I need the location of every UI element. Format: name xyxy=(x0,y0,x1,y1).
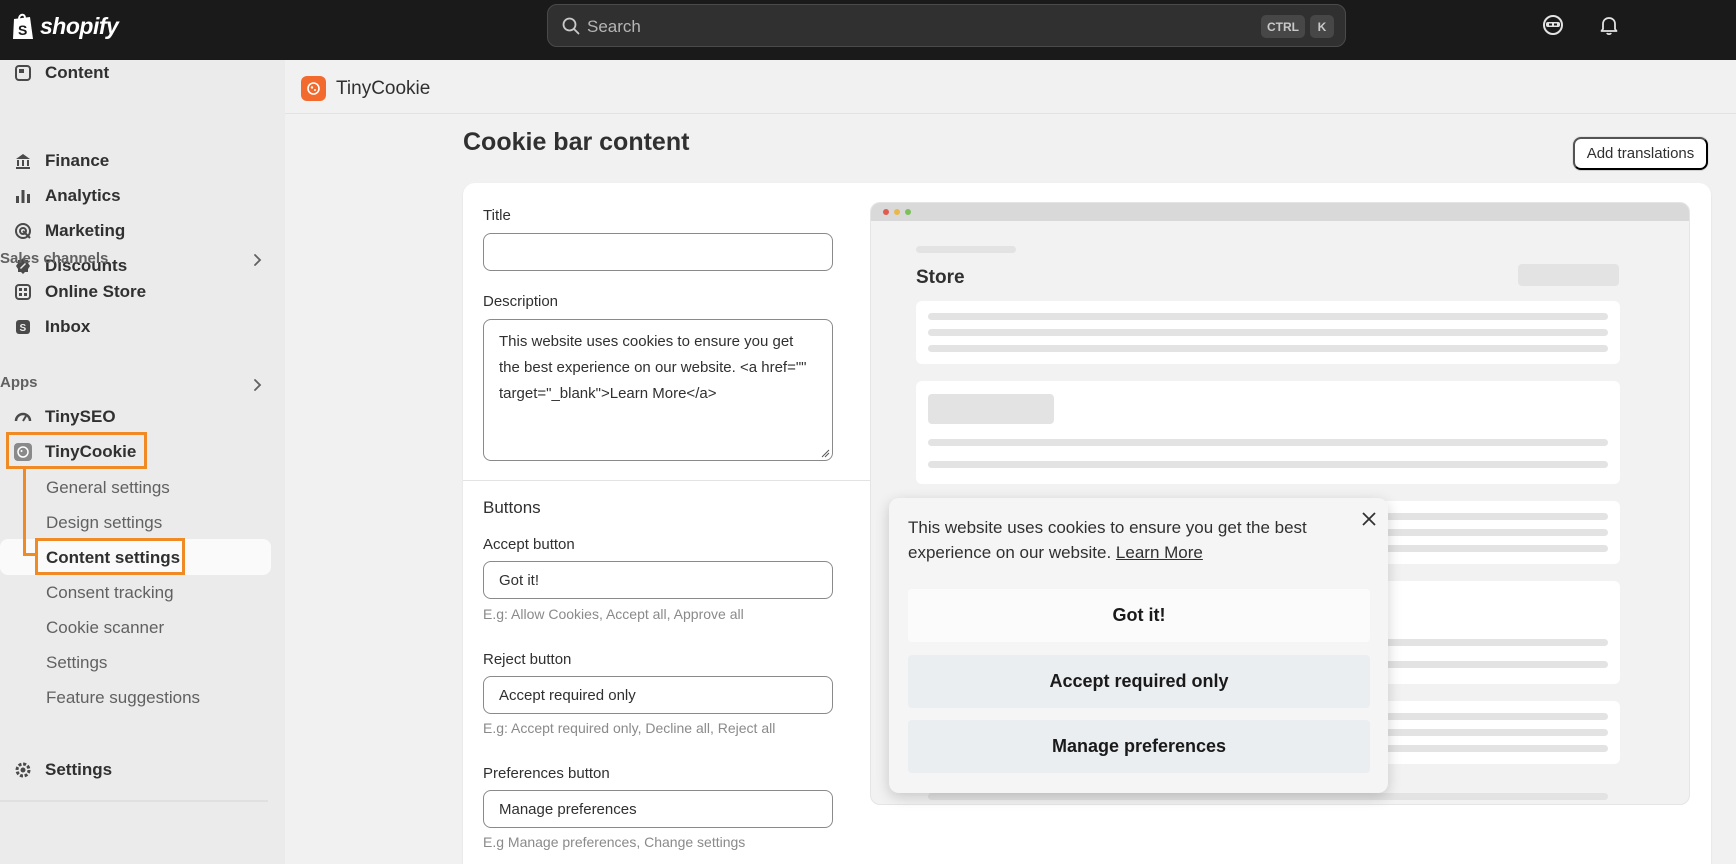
preferences-button-hint: E.g Manage preferences, Change settings xyxy=(483,834,746,850)
buttons-heading: Buttons xyxy=(483,498,541,517)
highlight-connector xyxy=(23,469,26,553)
sidebar-item-label: Finance xyxy=(45,151,110,170)
sidebar-item-label: Online Store xyxy=(45,282,147,301)
svg-text:S: S xyxy=(20,323,27,334)
sidebar-item-label: Content xyxy=(45,63,110,82)
description-textarea[interactable]: This website uses cookies to ensure you … xyxy=(483,319,833,461)
page-title: Cookie bar content xyxy=(463,128,690,156)
sidebar-sub-settings[interactable]: Settings xyxy=(46,653,107,673)
learn-more-link[interactable]: Learn More xyxy=(1116,543,1203,562)
window-minimize-dot xyxy=(894,209,900,215)
title-label: Title xyxy=(483,207,511,224)
preferences-button-label: Preferences button xyxy=(483,765,610,782)
reject-button-hint: E.g: Accept required only, Decline all, … xyxy=(483,720,776,736)
bell-icon[interactable] xyxy=(1597,13,1621,37)
description-label: Description xyxy=(483,293,559,310)
highlight-content-settings xyxy=(35,538,185,575)
sidebar-sub-consent-tracking[interactable]: Consent tracking xyxy=(46,583,174,603)
cookie-banner-preview: This website uses cookies to ensure you … xyxy=(889,498,1388,793)
cookie-preferences-button[interactable]: Manage preferences xyxy=(908,720,1370,773)
top-bar: S shopify Search CTRL K xyxy=(0,0,1736,60)
cookie-banner-text: This website uses cookies to ensure you … xyxy=(908,515,1348,565)
sidebar-item-tinyseo[interactable]: TinySEO xyxy=(12,402,116,432)
description-value: This website uses cookies to ensure you … xyxy=(499,333,807,402)
bar-chart-icon xyxy=(12,185,34,207)
sidebar-item-finance[interactable]: Finance xyxy=(12,146,109,176)
sidebar-divider xyxy=(0,800,268,802)
skeleton-line xyxy=(928,793,1608,800)
sidebar-sub-design-settings[interactable]: Design settings xyxy=(46,513,162,533)
cookie-reject-button[interactable]: Accept required only xyxy=(908,655,1370,708)
search-placeholder: Search xyxy=(587,17,641,36)
brand-name: shopify xyxy=(40,12,119,39)
sidebar-item-inbox[interactable]: S Inbox xyxy=(12,312,90,342)
sidebar-sub-general-settings[interactable]: General settings xyxy=(46,478,170,498)
tinycookie-logo-icon xyxy=(301,76,326,101)
cookie-description: This website uses cookies to ensure you … xyxy=(908,518,1307,562)
app-name: TinyCookie xyxy=(336,78,431,99)
reject-button-label: Reject button xyxy=(483,651,572,668)
gear-icon xyxy=(12,759,34,781)
accept-button-input[interactable]: Got it! xyxy=(483,561,833,599)
add-translations-button[interactable]: Add translations xyxy=(1573,137,1708,170)
apps-heading: Apps xyxy=(0,374,38,391)
sidebar-item-marketing[interactable]: Marketing xyxy=(12,216,125,246)
accept-button-label: Accept button xyxy=(483,536,575,553)
sidebar-item-online-store[interactable]: Online Store xyxy=(12,277,146,307)
skeleton-card xyxy=(916,301,1620,364)
sidebar-item-label: Inbox xyxy=(45,317,91,336)
bank-icon xyxy=(12,150,34,172)
sales-channels-heading: Sales channels xyxy=(0,250,109,267)
sidebar-sub-feature-suggestions[interactable]: Feature suggestions xyxy=(46,688,200,708)
app-header: TinyCookie xyxy=(285,60,1736,114)
window-maximize-dot xyxy=(905,209,911,215)
shortcut-ctrl-key: CTRL xyxy=(1261,15,1305,38)
sidebar-item-label: Analytics xyxy=(45,186,121,205)
shopify-bag-icon: S xyxy=(13,13,33,39)
sidekick-icon[interactable] xyxy=(1541,13,1565,37)
skeleton-card xyxy=(916,381,1620,484)
resize-handle-icon[interactable] xyxy=(820,448,830,458)
store-icon xyxy=(12,281,34,303)
svg-text:S: S xyxy=(18,22,27,38)
reject-button-input[interactable]: Accept required only xyxy=(483,676,833,714)
browser-bar xyxy=(871,203,1689,221)
window-close-dot xyxy=(883,209,889,215)
sidebar-sub-cookie-scanner[interactable]: Cookie scanner xyxy=(46,618,164,638)
content-icon xyxy=(12,62,34,84)
accept-button-hint: E.g: Allow Cookies, Accept all, Approve … xyxy=(483,606,744,622)
sidebar-item-label: Marketing xyxy=(45,221,126,240)
highlight-connector xyxy=(23,553,36,556)
search-bar[interactable]: Search CTRL K xyxy=(547,4,1346,47)
sidebar-item-settings[interactable]: Settings xyxy=(12,755,112,785)
sidebar-item-label: Settings xyxy=(45,760,113,779)
skeleton-block xyxy=(1518,264,1619,286)
chevron-right-icon[interactable] xyxy=(249,377,265,393)
shopify-logo[interactable]: S shopify xyxy=(10,11,119,41)
inbox-icon: S xyxy=(12,316,34,338)
chevron-right-icon[interactable] xyxy=(249,252,265,268)
gauge-icon xyxy=(12,406,34,428)
shortcut-k-key: K xyxy=(1310,15,1334,38)
close-icon[interactable] xyxy=(1359,509,1379,529)
search-icon xyxy=(562,17,580,35)
skeleton-line xyxy=(916,246,1016,253)
sidebar-item-analytics[interactable]: Analytics xyxy=(12,181,121,211)
sidebar-item-content[interactable]: Content xyxy=(12,58,109,88)
preview-store-title: Store xyxy=(916,267,965,288)
sidebar-item-label: TinySEO xyxy=(45,407,116,426)
title-input[interactable] xyxy=(483,233,833,271)
preferences-button-input[interactable]: Manage preferences xyxy=(483,790,833,828)
section-divider xyxy=(463,480,871,481)
target-icon xyxy=(12,220,34,242)
highlight-tinycookie xyxy=(6,432,147,469)
cookie-accept-button[interactable]: Got it! xyxy=(908,589,1370,642)
